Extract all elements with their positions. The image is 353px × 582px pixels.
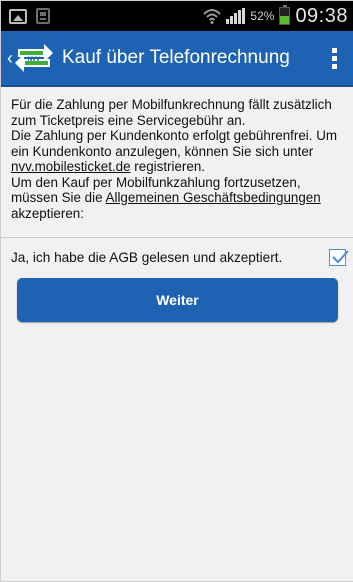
status-bar: 52% 09:38 [1, 1, 353, 31]
status-right-icons: 52% 09:38 [203, 5, 348, 28]
agb-link[interactable]: Allgemeinen Geschäftsbedingungen [106, 190, 321, 205]
info-continue: Um den Kauf per Mobilfunkzahlung fortzus… [11, 174, 321, 221]
nvv-logo: NVV [14, 43, 54, 73]
wifi-icon [203, 8, 222, 24]
svg-text:NVV: NVV [28, 57, 40, 63]
overflow-menu-icon[interactable] [314, 31, 353, 85]
signal-icon [226, 8, 246, 24]
page-title: Kauf über Telefonrechnung [62, 47, 290, 68]
battery-icon [279, 5, 291, 25]
payment-info-text: Für die Zahlung per Mobilfunkrechnung fä… [11, 97, 349, 221]
image-icon [9, 8, 27, 24]
weiter-button[interactable]: Weiter [17, 278, 338, 322]
battery-percent: 52% [250, 9, 275, 23]
checkmark-icon [332, 249, 349, 263]
info-account: Die Zahlung per Kundenkonto erfolgt gebü… [11, 128, 338, 174]
info-servicefee: Für die Zahlung per Mobilfunkrechnung fä… [11, 97, 332, 128]
action-bar: ‹ NVV Kauf über Telefonrechnung [1, 31, 353, 87]
photo-icon [36, 8, 50, 24]
chevron-left-icon: ‹ [7, 47, 13, 68]
mobilesticket-link[interactable]: nvv.mobilesticket.de [11, 159, 131, 174]
agb-accept-row[interactable]: Ja, ich habe die AGB gelesen und akzepti… [1, 238, 353, 276]
agb-accept-label: Ja, ich habe die AGB gelesen und akzepti… [11, 249, 283, 265]
main-content: Für die Zahlung per Mobilfunkrechnung fä… [1, 87, 353, 581]
agb-checkbox[interactable] [329, 248, 349, 266]
clock: 09:38 [295, 4, 348, 27]
status-left-icons [9, 8, 50, 24]
up-button[interactable]: ‹ NVV [1, 31, 54, 85]
